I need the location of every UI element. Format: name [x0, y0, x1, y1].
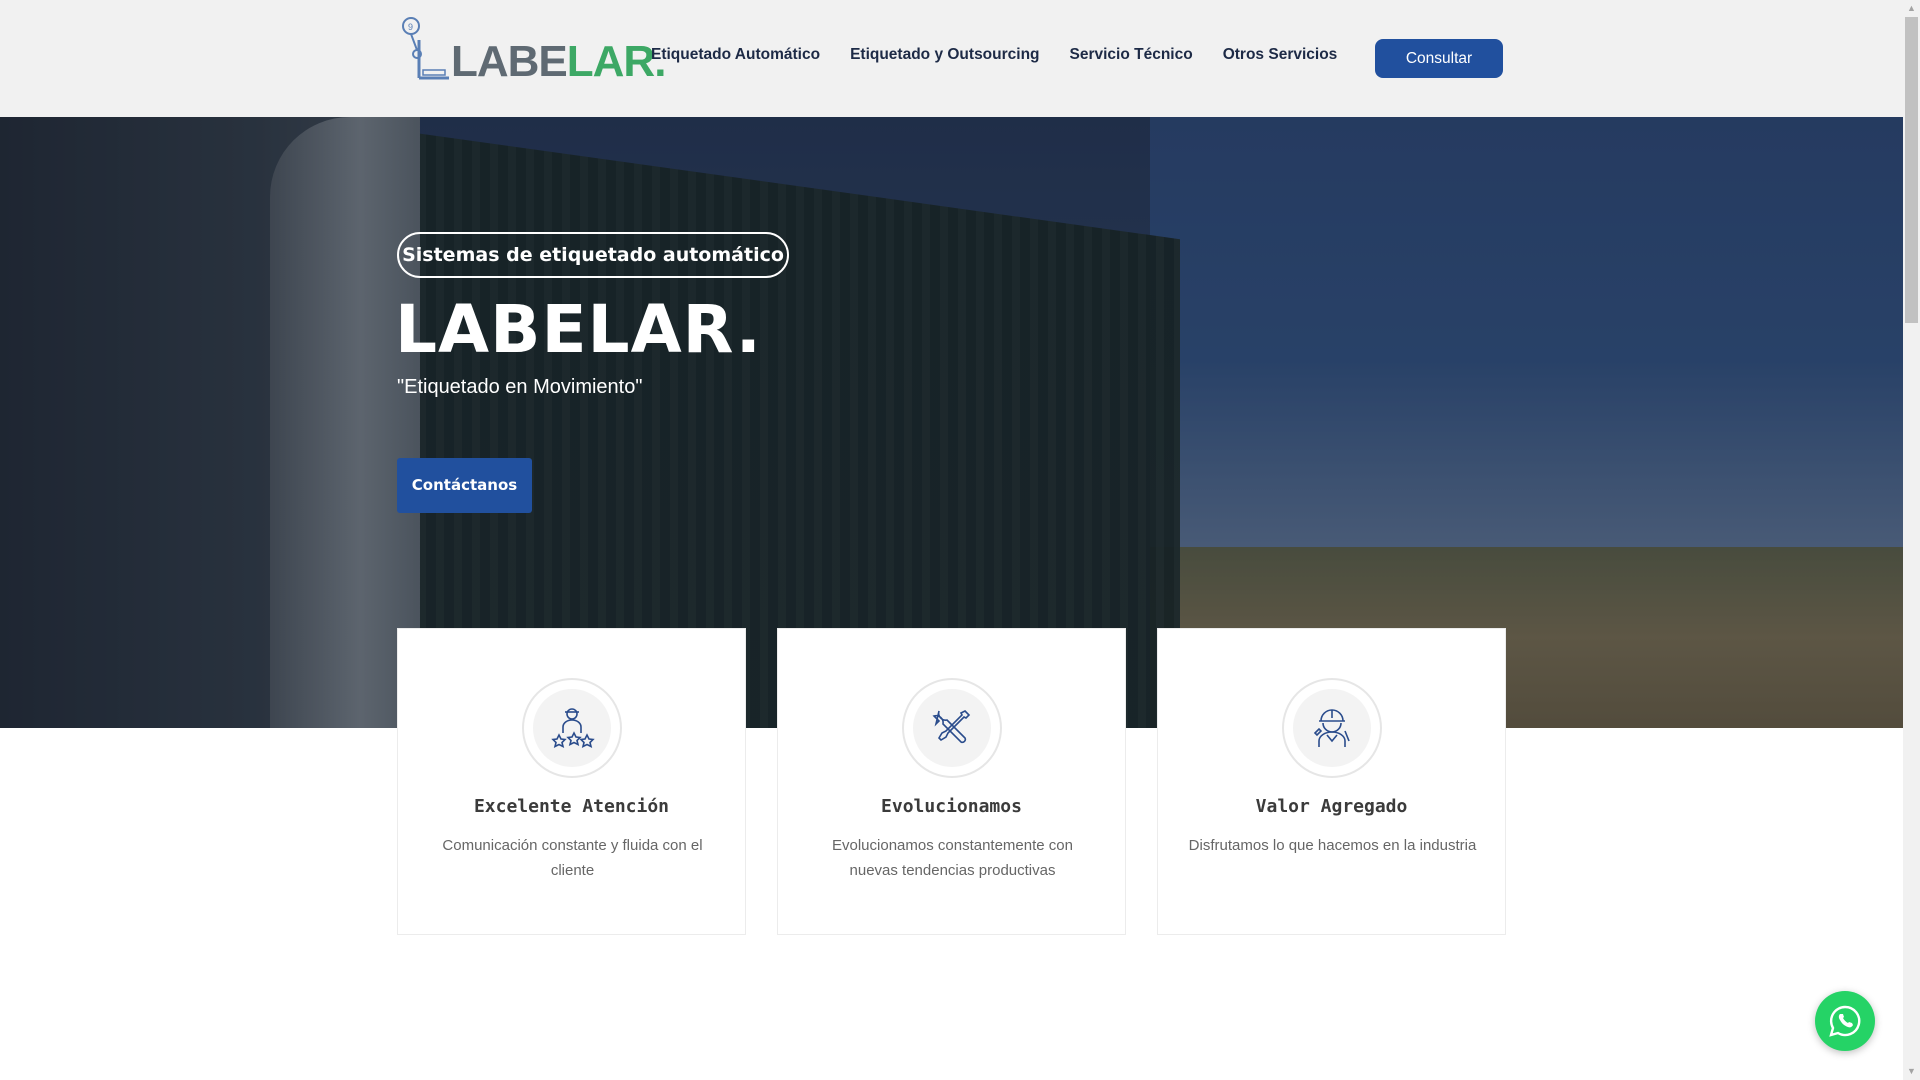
scroll-thumb[interactable]: [1905, 17, 1918, 323]
feature-icon-circle: [522, 678, 622, 778]
scroll-down-icon[interactable]: ▼: [1903, 1063, 1920, 1080]
page-scrollbar[interactable]: ▲ ▼: [1903, 0, 1920, 1080]
nav-otros-servicios[interactable]: Otros Servicios: [1223, 46, 1338, 64]
feature-title: Excelente Atención: [473, 796, 670, 817]
whatsapp-icon: [1829, 1005, 1861, 1037]
feature-icon-circle: [902, 678, 1002, 778]
nav-etiquetado-automatico[interactable]: Etiquetado Automático: [651, 46, 820, 64]
site-logo[interactable]: 9 LABELAR.: [399, 14, 666, 84]
label-machine-icon: 9: [402, 17, 449, 80]
logo-text-prefix: LABE: [451, 37, 568, 86]
engineer-helmet-icon: [1313, 709, 1350, 747]
nav-servicio-tecnico[interactable]: Servicio Técnico: [1070, 46, 1193, 64]
page: 9 LABELAR. Etiquetado Automático Etiquet…: [0, 0, 1920, 1080]
site-header: 9 LABELAR. Etiquetado Automático Etiquet…: [0, 0, 1903, 117]
feature-title: Evolucionamos: [881, 796, 1022, 817]
feature-card: Valor Agregado Disfrutamos lo que hacemo…: [1157, 628, 1506, 935]
whatsapp-button[interactable]: [1815, 991, 1875, 1051]
feature-title: Valor Agregado: [1255, 796, 1408, 817]
consult-button[interactable]: Consultar: [1375, 39, 1503, 78]
hero-subtitle: "Etiquetado en Movimiento": [397, 376, 643, 398]
wrench-screwdriver-icon: [932, 710, 971, 744]
main-nav: Etiquetado Automático Etiquetado y Outso…: [651, 46, 1367, 64]
nav-etiquetado-outsourcing[interactable]: Etiquetado y Outsourcing: [850, 46, 1039, 64]
scroll-up-icon[interactable]: ▲: [1903, 0, 1920, 17]
feature-text: Comunicación constante y fluida con el c…: [442, 837, 703, 879]
feature-icon-circle: [1282, 678, 1382, 778]
feature-text: Disfrutamos lo que hacemos en la industr…: [1188, 837, 1477, 854]
hero-title: LABELAR.: [395, 291, 762, 368]
svg-text:9: 9: [408, 22, 413, 32]
feature-text: Evolucionamos constantemente con nuevas …: [832, 837, 1073, 879]
feature-card: Excelente Atención Comunicación constant…: [397, 628, 746, 935]
feature-card: Evolucionamos Evolucionamos constantemen…: [777, 628, 1126, 935]
hero-badge: Sistemas de etiquetado automático: [397, 232, 789, 278]
contact-button[interactable]: Contáctanos: [397, 458, 532, 513]
worker-stars-icon: [551, 708, 595, 748]
logo-wordmark: LABELAR.: [451, 37, 666, 86]
